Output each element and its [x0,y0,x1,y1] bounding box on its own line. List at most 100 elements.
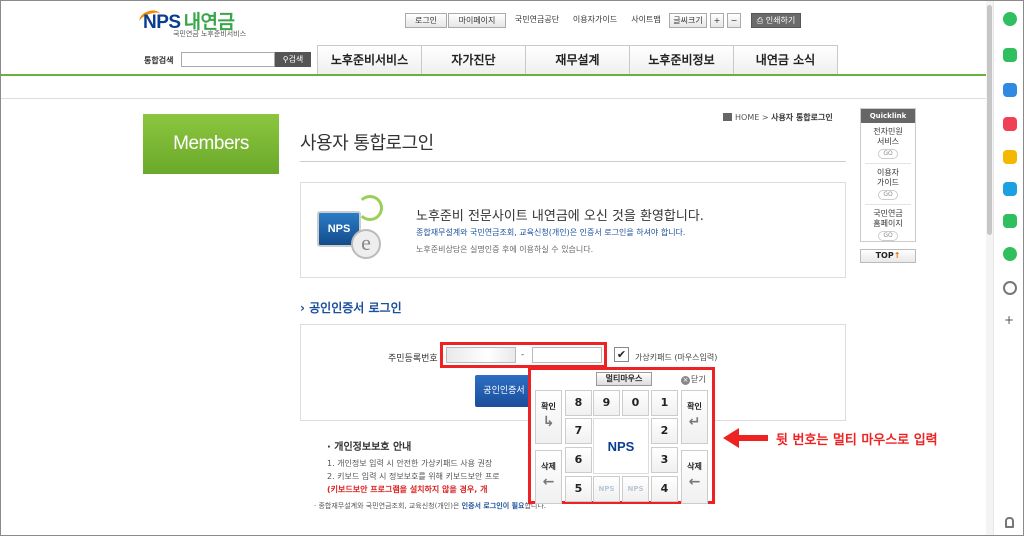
privacy-footer-highlight: 인증서 로그인이 필요 [461,502,525,510]
keypad-key-1[interactable]: 1 [651,390,678,416]
virtual-keypad: 멀티마우스 × 닫기 확인 ↳ 삭제 ← 확인 ↵ 삭제 ← 8 9 0 1 7 2 6 … [528,367,715,504]
quicklink-go-button[interactable]: GO [878,231,898,241]
keypad-key-8[interactable]: 8 [565,390,592,416]
members-banner: Members [143,114,279,174]
keypad-confirm-right-label: 확인 [687,402,702,411]
pocket-icon[interactable] [1003,117,1017,131]
keypad-delete-right-label: 삭제 [687,462,702,471]
close-icon: × [681,376,690,385]
keypad-blank-key[interactable]: NPS [622,476,649,502]
face-icon[interactable] [1003,281,1017,295]
keypad-key-9[interactable]: 9 [593,390,620,416]
quicklink-label: 이용자 [876,168,900,177]
keypad-key-0[interactable]: 0 [622,390,649,416]
search-button[interactable]: ⚲검색 [275,52,311,67]
home-icon [723,113,732,121]
privacy-title: · 개인정보보호 안내 [327,442,412,453]
breadcrumb-current: 사용자 통합로그인 [771,113,833,122]
print-label: 인쇄하기 [765,16,796,25]
sitemap-link[interactable]: 사이트맵 [628,13,664,28]
top-button[interactable]: TOP↑ [860,249,916,263]
font-size-label: 글씨크기 [669,13,707,28]
ssn-label: 주민등록번호 [388,354,438,364]
welcome-line-2: 노후준비상담은 실명인증 후에 이용하실 수 있습니다. [416,245,594,254]
keypad-title: 멀티마우스 [596,372,652,386]
quicklink-label: 서비스 [876,137,900,146]
nav-tab-self-diagnosis[interactable]: 자가진단 [421,45,526,74]
quicklink-title: Quicklink [861,109,915,123]
nps-link[interactable]: 국민연금공단 [512,13,562,28]
quicklink-go-button[interactable]: GO [878,190,898,200]
print-button[interactable]: ⎙ 인쇄하기 [751,13,801,28]
callout-arrow-shaft [738,435,768,441]
browser-side-rail [993,1,1023,535]
font-decrease-button[interactable]: − [727,13,741,28]
quicklink-panel: Quicklink 전자민원 서비스 GO 이용자 가이드 GO 국민연금 홈페… [860,108,916,242]
search-input[interactable] [181,52,275,67]
e-letter-icon: e [351,229,381,259]
virtual-keypad-checkbox[interactable]: ✔ [614,347,629,362]
quicklink-item-civil-service[interactable]: 전자민원 서비스 GO [861,123,915,159]
quicklink-label: 가이드 [876,178,900,187]
star-icon[interactable] [1003,150,1017,164]
quicklink-go-button[interactable]: GO [878,149,898,159]
circle-icon[interactable] [1003,12,1017,26]
browser-viewport: NPS 내연금 국민연금 노후준비서비스 로그인 마이페이지 국민연금공단 이용자… [0,0,1024,536]
breadcrumb-separator: > [761,113,769,122]
keypad-key-6[interactable]: 6 [565,447,592,473]
keypad-key-2[interactable]: 2 [651,418,678,444]
virtual-keypad-label: 가상키패드 (마우스입력) [635,353,718,362]
user-guide-link[interactable]: 이용자가이드 [567,13,623,28]
keypad-delete-left-button[interactable]: 삭제 ← [535,450,562,504]
quicklink-item-nps-home[interactable]: 국민연금 홈페이지 GO [861,205,915,241]
callout-arrow-icon [723,428,739,448]
welcome-illustration: NPS e [315,193,391,269]
welcome-headline: 노후준비 전문사이트 내연금에 오신 것을 환영합니다. [416,209,704,224]
calendar-icon[interactable] [1003,83,1017,97]
green-square-icon[interactable] [1003,214,1017,228]
search-button-label: 검색 [288,55,304,64]
subnav-divider [1,98,991,99]
privacy-footer: · 종합재무설계와 국민연금조회, 교육신청(개인)은 인증서 로그인이 필요합… [314,501,546,511]
page-title: 사용자 통합로그인 [300,133,434,154]
nav-tab-news[interactable]: 내연금 소식 [733,45,838,74]
note-icon[interactable] [1003,48,1017,62]
enter-arrow-icon: ↵ [688,414,701,430]
mypage-link[interactable]: 마이페이지 [448,13,506,28]
nav-tab-financial-plan[interactable]: 재무설계 [525,45,630,74]
scrollbar-thumb[interactable] [987,5,992,235]
nps-logo[interactable]: NPS 내연금 국민연금 노후준비서비스 [137,7,273,39]
bing-icon[interactable] [1003,182,1017,196]
keypad-key-5[interactable]: 5 [565,476,592,502]
nav-tab-retirement-service[interactable]: 노후준비서비스 [317,45,422,74]
plus-icon[interactable]: + [1004,313,1014,327]
up-arrow-icon: ↑ [893,251,901,260]
keypad-delete-right-button[interactable]: 삭제 ← [681,450,708,504]
keypad-key-4[interactable]: 4 [651,476,678,502]
quicklink-label: 국민연금 [873,209,903,218]
privacy-line-1: 1. 개인정보 입력 시 안전한 가상키패드 사용 권장 [327,459,493,468]
keypad-nps-logo: NPS [593,418,649,474]
logo-subtitle: 국민연금 노후준비서비스 [173,30,247,38]
keypad-key-7[interactable]: 7 [565,418,592,444]
title-divider [300,161,846,162]
keypad-delete-left-label: 삭제 [541,462,556,471]
privacy-line-2: 2. 키보드 입력 시 정보보호를 위해 키보드보안 프로 [327,472,500,481]
nav-tab-retirement-info[interactable]: 노후준비정보 [629,45,734,74]
keypad-key-3[interactable]: 3 [651,447,678,473]
bell-icon[interactable] [1005,517,1014,528]
quicklink-item-user-guide[interactable]: 이용자 가이드 GO [861,164,915,200]
login-link[interactable]: 로그인 [405,13,447,28]
keypad-confirm-left-button[interactable]: 확인 ↳ [535,390,562,444]
keypad-blank-key[interactable]: NPS [593,476,620,502]
keypad-close-button[interactable]: × 닫기 [681,374,706,385]
breadcrumb-home[interactable]: HOME [735,113,759,122]
cert-login-button[interactable]: 공인인증서 [475,375,533,407]
keypad-confirm-left-label: 확인 [541,402,556,411]
privacy-footer-pre: · 종합재무설계와 국민연금조회, 교육신청(개인)은 [314,502,460,510]
keypad-confirm-right-button[interactable]: 확인 ↵ [681,390,708,444]
font-increase-button[interactable]: + [710,13,724,28]
enter-arrow-icon: ↳ [542,414,555,430]
search-label: 통합검색 [144,56,174,65]
play-icon[interactable] [1003,247,1017,261]
